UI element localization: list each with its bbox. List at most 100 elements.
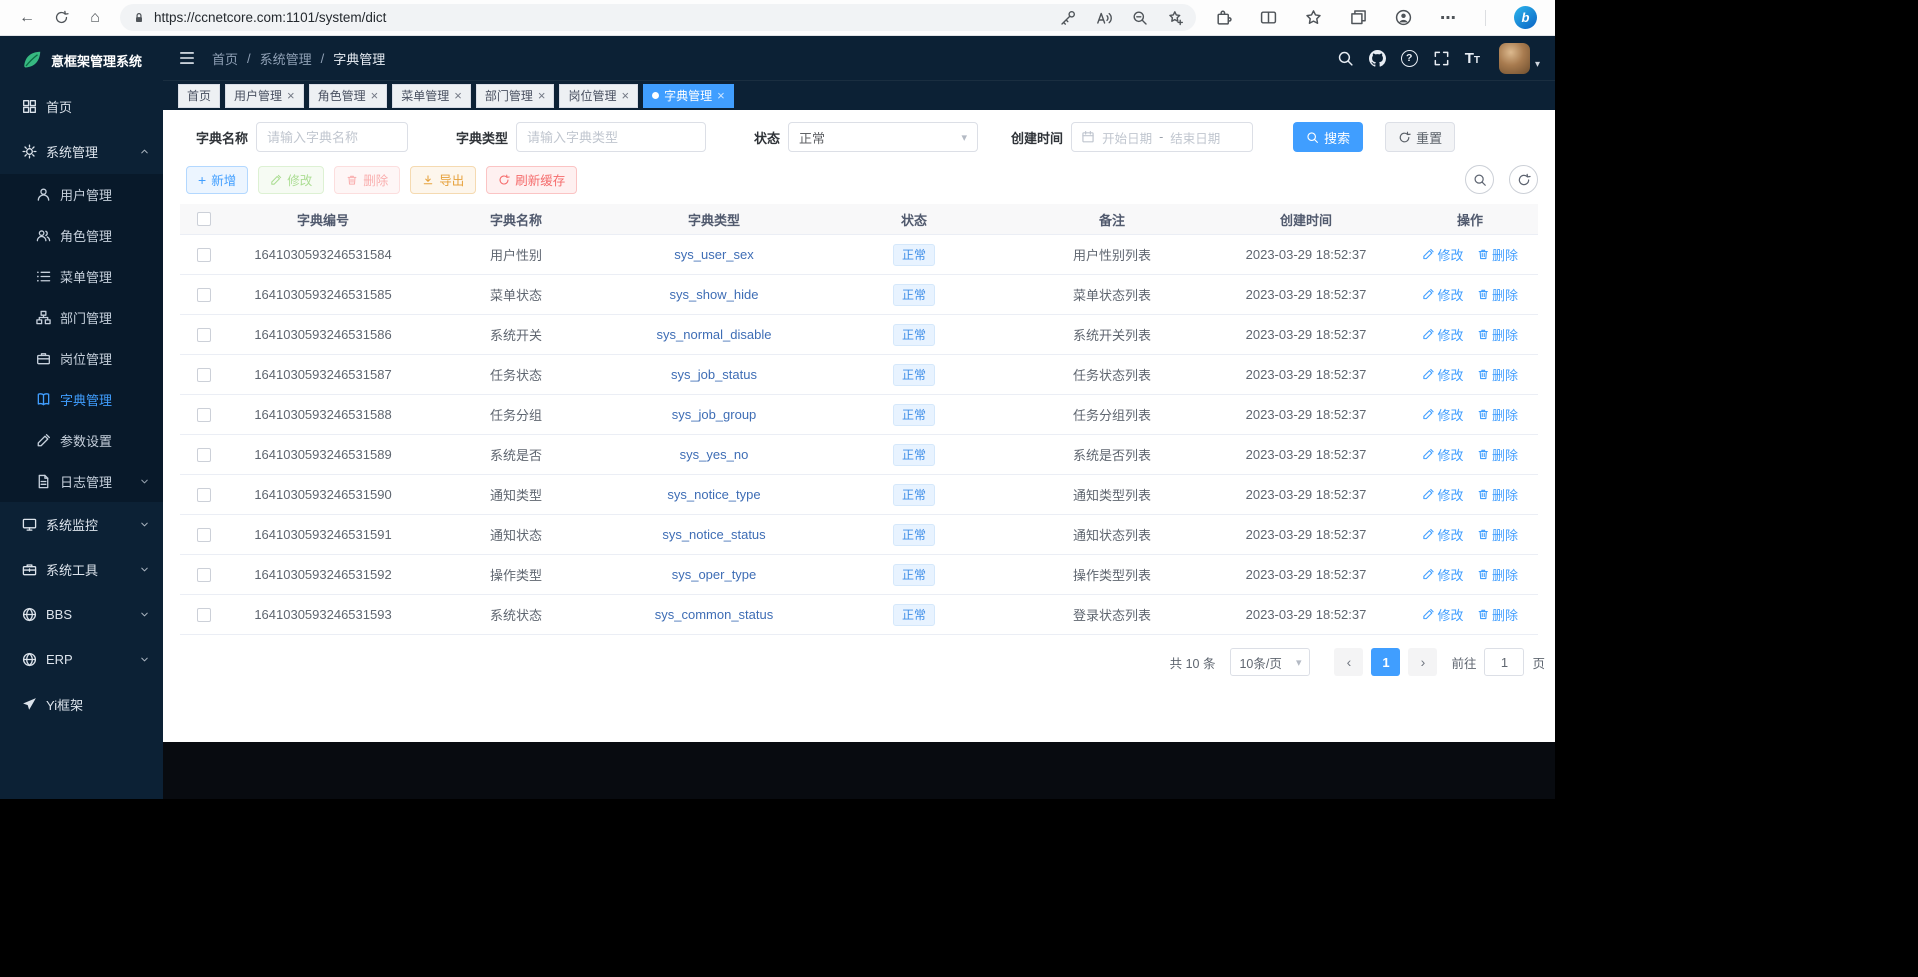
help-icon[interactable]: ? [1401, 50, 1418, 67]
edit-link[interactable]: 修改 [1422, 485, 1464, 504]
tab-role-management[interactable]: 角色管理 × [309, 84, 388, 108]
tab-dept-management[interactable]: 部门管理 × [476, 84, 555, 108]
tab-post-management[interactable]: 岗位管理 × [559, 84, 638, 108]
dict-type-link[interactable]: sys_oper_type [672, 567, 757, 582]
row-checkbox[interactable] [197, 368, 211, 382]
edit-link[interactable]: 修改 [1422, 405, 1464, 424]
delete-link[interactable]: 删除 [1477, 365, 1519, 384]
goto-page-input[interactable] [1484, 648, 1524, 676]
tab-user-management[interactable]: 用户管理 × [225, 84, 304, 108]
edit-link[interactable]: 修改 [1422, 325, 1464, 344]
add-favorite-icon[interactable] [1168, 10, 1184, 26]
delete-link[interactable]: 删除 [1477, 525, 1519, 544]
sidebar-item-bbs[interactable]: BBS [0, 592, 163, 637]
extensions-icon[interactable] [1215, 9, 1232, 26]
date-start-placeholder[interactable]: 开始日期 [1102, 128, 1152, 147]
profile-icon[interactable] [1395, 9, 1412, 26]
dict-type-link[interactable]: sys_notice_type [667, 487, 760, 502]
tab-dict-management[interactable]: 字典管理 × [643, 84, 734, 108]
delete-link[interactable]: 删除 [1477, 325, 1519, 344]
avatar-caret-icon[interactable]: ▾ [1535, 59, 1540, 70]
export-button[interactable]: 导出 [410, 166, 476, 194]
row-checkbox[interactable] [197, 448, 211, 462]
font-size-icon[interactable]: TT [1465, 51, 1480, 66]
delete-button[interactable]: 删除 [334, 166, 400, 194]
dict-type-link[interactable]: sys_job_status [671, 367, 757, 382]
status-select[interactable]: 正常 ▾ [788, 122, 978, 152]
sidebar-item-param-settings[interactable]: 参数设置 [0, 420, 163, 461]
date-end-placeholder[interactable]: 结束日期 [1170, 128, 1220, 147]
tab-home[interactable]: 首页 [178, 84, 220, 108]
select-all-checkbox[interactable] [197, 212, 211, 226]
refresh-table-button[interactable] [1509, 165, 1538, 194]
sidebar-item-log-management[interactable]: 日志管理 [0, 461, 163, 502]
sidebar-item-menu-management[interactable]: 菜单管理 [0, 256, 163, 297]
dict-name-input[interactable] [256, 122, 408, 152]
dict-type-link[interactable]: sys_job_group [672, 407, 757, 422]
row-checkbox[interactable] [197, 488, 211, 502]
favorites-icon[interactable] [1305, 9, 1322, 26]
edit-button[interactable]: 修改 [258, 166, 324, 194]
prev-page-button[interactable]: ‹ [1334, 648, 1363, 676]
github-icon[interactable] [1369, 50, 1386, 67]
dict-type-link[interactable]: sys_normal_disable [657, 327, 772, 342]
add-button[interactable]: + 新增 [186, 166, 248, 194]
sidebar-item-user-management[interactable]: 用户管理 [0, 174, 163, 215]
address-bar[interactable]: https://ccnetcore.com:1101/system/dict [120, 4, 1196, 31]
sidebar-item-post-management[interactable]: 岗位管理 [0, 338, 163, 379]
page-size-select[interactable]: 10条/页 ▾ [1230, 648, 1310, 676]
collapse-sidebar-icon[interactable] [178, 49, 196, 67]
collections-icon[interactable] [1350, 9, 1367, 26]
tab-menu-management[interactable]: 菜单管理 × [392, 84, 471, 108]
delete-link[interactable]: 删除 [1477, 285, 1519, 304]
dict-type-input[interactable] [516, 122, 706, 152]
row-checkbox[interactable] [197, 328, 211, 342]
url-text[interactable]: https://ccnetcore.com:1101/system/dict [154, 10, 386, 25]
tab-close-icon[interactable]: × [538, 89, 546, 102]
more-options-icon[interactable]: ⋯ [1440, 8, 1457, 28]
sidebar-item-system-monitor[interactable]: 系统监控 [0, 502, 163, 547]
breadcrumb-item-system[interactable]: 系统管理 [260, 49, 312, 68]
edit-link[interactable]: 修改 [1422, 525, 1464, 544]
refresh-button[interactable] [46, 3, 76, 33]
delete-link[interactable]: 删除 [1477, 245, 1519, 264]
edit-link[interactable]: 修改 [1422, 605, 1464, 624]
edit-link[interactable]: 修改 [1422, 445, 1464, 464]
sidebar-item-erp[interactable]: ERP [0, 637, 163, 682]
page-1-button[interactable]: 1 [1371, 648, 1400, 676]
tab-close-icon[interactable]: × [717, 89, 725, 102]
dict-type-link[interactable]: sys_common_status [655, 607, 774, 622]
sidebar-item-yi-framework[interactable]: Yi框架 [0, 682, 163, 727]
home-button[interactable]: ⌂ [80, 3, 110, 33]
password-key-icon[interactable] [1060, 10, 1076, 26]
fullscreen-icon[interactable] [1433, 50, 1450, 67]
delete-link[interactable]: 删除 [1477, 405, 1519, 424]
edit-link[interactable]: 修改 [1422, 245, 1464, 264]
tab-close-icon[interactable]: × [621, 89, 629, 102]
sidebar-item-home[interactable]: 首页 [0, 84, 163, 129]
next-page-button[interactable]: › [1408, 648, 1437, 676]
delete-link[interactable]: 删除 [1477, 565, 1519, 584]
split-screen-icon[interactable] [1260, 9, 1277, 26]
user-avatar[interactable] [1499, 43, 1530, 74]
delete-link[interactable]: 删除 [1477, 445, 1519, 464]
delete-link[interactable]: 删除 [1477, 485, 1519, 504]
dict-type-link[interactable]: sys_yes_no [680, 447, 749, 462]
dict-type-link[interactable]: sys_notice_status [662, 527, 765, 542]
dict-type-link[interactable]: sys_user_sex [674, 247, 753, 262]
search-icon[interactable] [1337, 50, 1354, 67]
row-checkbox[interactable] [197, 568, 211, 582]
search-button[interactable]: 搜索 [1293, 122, 1363, 152]
row-checkbox[interactable] [197, 248, 211, 262]
edit-link[interactable]: 修改 [1422, 285, 1464, 304]
sidebar-item-dept-management[interactable]: 部门管理 [0, 297, 163, 338]
sidebar-item-role-management[interactable]: 角色管理 [0, 215, 163, 256]
zoom-out-icon[interactable] [1132, 10, 1148, 26]
toggle-search-button[interactable] [1465, 165, 1494, 194]
breadcrumb-item-home[interactable]: 首页 [212, 49, 238, 68]
date-range-picker[interactable]: 开始日期 - 结束日期 [1071, 122, 1253, 152]
read-aloud-icon[interactable] [1096, 10, 1112, 26]
dict-type-link[interactable]: sys_show_hide [670, 287, 759, 302]
row-checkbox[interactable] [197, 288, 211, 302]
tab-close-icon[interactable]: × [454, 89, 462, 102]
